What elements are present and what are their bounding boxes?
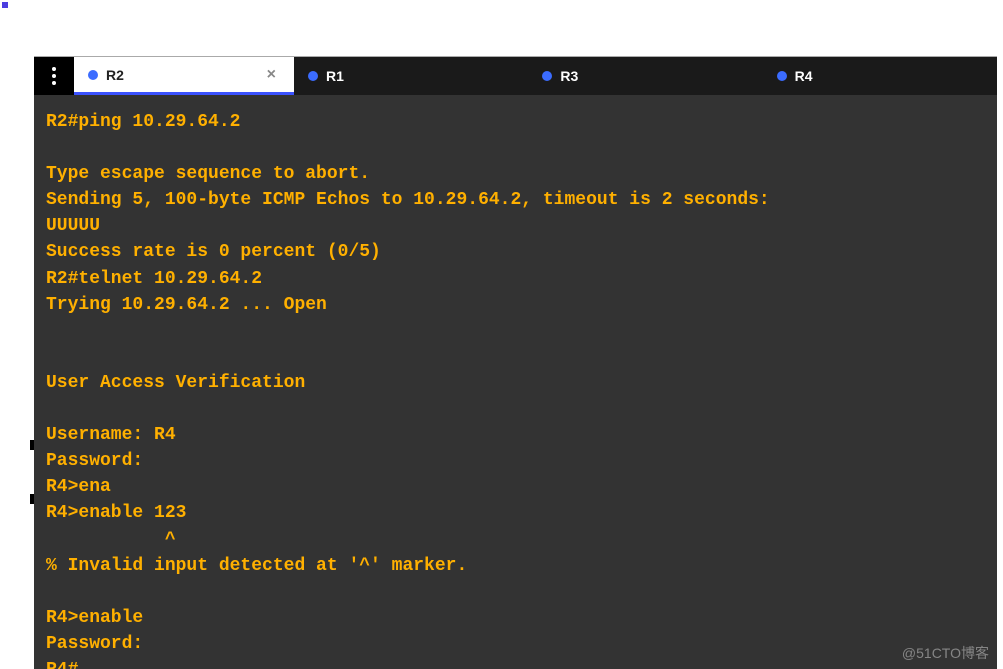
tab-label: R4 [795,68,813,84]
tab-r1[interactable]: R1 [294,57,528,95]
tab-bar: R2 × R1 R3 R4 [34,57,997,95]
terminal-window: R2 × R1 R3 R4 R2#ping 10.29.64.2 Type es… [34,56,997,669]
close-icon[interactable]: × [267,66,280,84]
watermark-text: @51CTO博客 [902,643,989,663]
tab-r2[interactable]: R2 × [74,57,294,95]
tab-r4[interactable]: R4 [763,57,997,95]
tab-menu-button[interactable] [34,57,74,95]
tab-status-icon [88,70,98,80]
tab-label: R2 [106,67,124,83]
tab-r3[interactable]: R3 [528,57,762,95]
tab-status-icon [542,71,552,81]
corner-marker [2,2,8,8]
tab-status-icon [777,71,787,81]
tab-label: R3 [560,68,578,84]
terminal-output[interactable]: R2#ping 10.29.64.2 Type escape sequence … [34,95,997,669]
tab-label: R1 [326,68,344,84]
kebab-icon [52,67,56,85]
tab-status-icon [308,71,318,81]
